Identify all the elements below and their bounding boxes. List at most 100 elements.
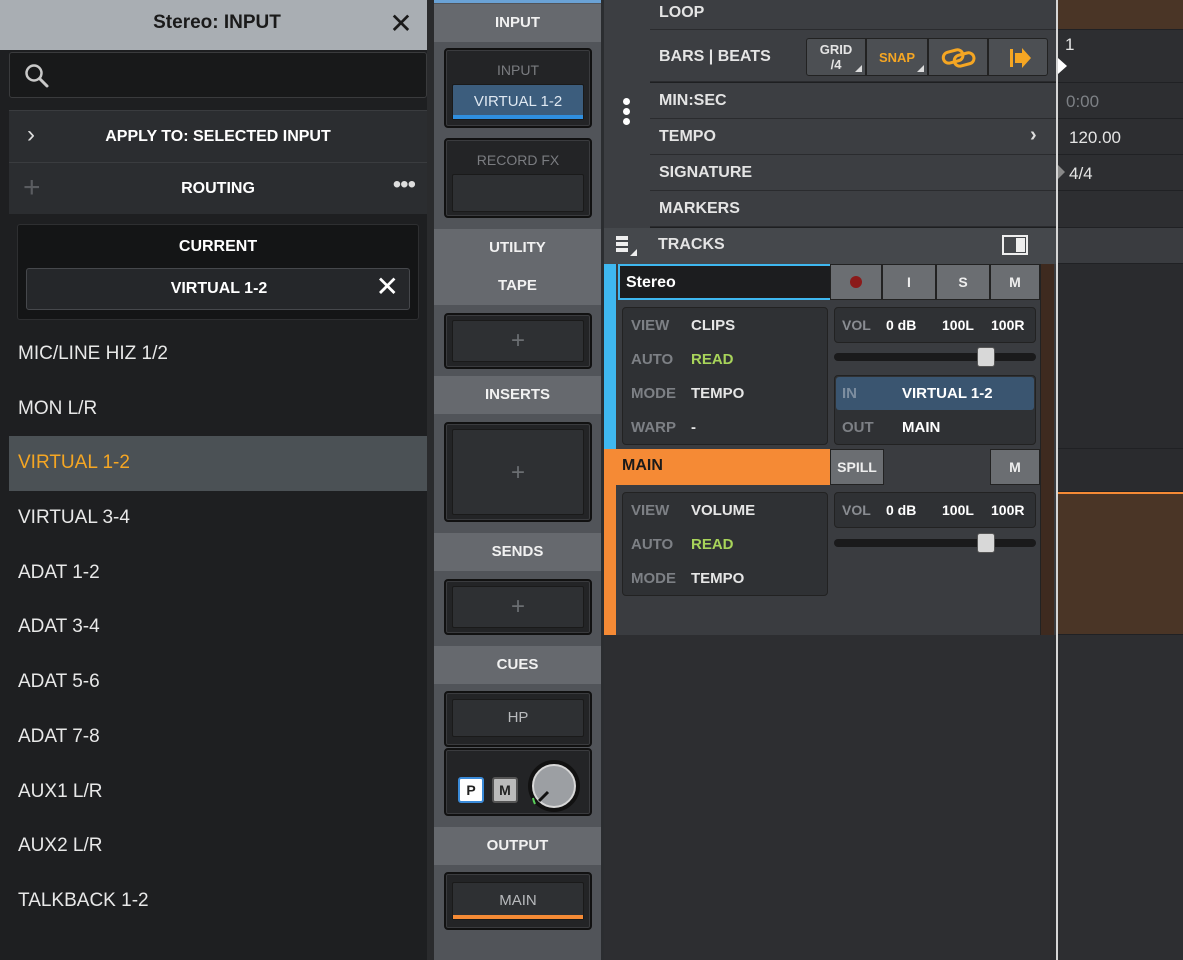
bars-ruler[interactable]: 1 <box>1058 30 1183 83</box>
track-list-icon[interactable] <box>614 234 640 258</box>
close-icon[interactable]: ✕ <box>386 9 416 39</box>
input-list-item[interactable]: ADAT 1-2 <box>9 546 427 601</box>
input-list-item[interactable]: AUX2 L/R <box>9 819 427 874</box>
fader-handle[interactable] <box>977 533 995 553</box>
search-icon <box>25 64 49 88</box>
markers-row[interactable]: MARKERS <box>650 191 1056 227</box>
snap-button[interactable]: SNAP <box>866 38 928 76</box>
track-stereo: Stereo I S M VIEW CLIPS AUTO READ MODE TEMP… <box>604 264 1056 449</box>
tape-slot[interactable]: + <box>444 313 592 369</box>
spill-button[interactable]: SPILL <box>830 449 884 485</box>
output-select-button[interactable]: MAIN <box>452 882 584 920</box>
mode-row[interactable]: MODE TEMPO <box>623 376 827 410</box>
main-track-lane-top[interactable] <box>1058 449 1183 492</box>
input-list-item[interactable]: TALKBACK 1-2 <box>9 874 427 929</box>
track-color-bar <box>604 449 616 635</box>
signature-lane[interactable]: 4/4 <box>1058 155 1183 191</box>
mute-cue-button[interactable]: M <box>492 777 518 803</box>
mute-button[interactable]: M <box>990 449 1040 485</box>
mode-key: MODE <box>631 570 676 587</box>
input-list-item[interactable]: ADAT 3-4 <box>9 600 427 655</box>
add-tape-icon[interactable]: + <box>452 320 584 362</box>
channel-strip: INPUT INPUT VIRTUAL 1-2 RECORD FX UTILIT… <box>434 0 601 960</box>
volume-fader[interactable] <box>834 533 1036 553</box>
sends-slot[interactable]: + <box>444 579 592 635</box>
hp-cue-box: HP <box>444 691 592 747</box>
current-input-value[interactable]: VIRTUAL 1-2 ✕ <box>26 268 410 310</box>
link-button[interactable] <box>928 38 988 76</box>
input-route-row[interactable]: IN VIRTUAL 1-2 <box>836 377 1034 410</box>
min-sec-row[interactable]: MIN:SEC <box>650 83 1056 119</box>
bars-beats-row[interactable]: BARS | BEATS GRID /4 SNAP <box>650 30 1056 82</box>
input-list-item[interactable]: VIRTUAL 3-4 <box>9 491 427 546</box>
mode-key: MODE <box>631 385 676 402</box>
grid-button[interactable]: GRID /4 <box>806 38 866 76</box>
dropdown-corner-icon <box>917 65 924 72</box>
tempo-row[interactable]: TEMPO › <box>650 119 1056 155</box>
mute-button[interactable]: M <box>990 264 1040 300</box>
pre-button[interactable]: P <box>458 777 484 803</box>
warp-value: - <box>691 419 696 436</box>
vol-value: 0 dB <box>886 502 917 518</box>
more-options-icon[interactable]: ••• <box>393 171 416 199</box>
view-row[interactable]: VIEW VOLUME <box>623 493 827 527</box>
search-input[interactable] <box>9 52 427 98</box>
input-select-button[interactable]: VIRTUAL 1-2 <box>452 84 584 120</box>
volume-pan-box[interactable]: VOL 0 dB 100L 100R <box>834 492 1036 528</box>
apply-to-selector[interactable]: › APPLY TO: SELECTED INPUT <box>9 110 427 162</box>
tempo-lane[interactable]: 120.00 <box>1058 119 1183 155</box>
chevron-right-icon[interactable]: › <box>1030 124 1037 147</box>
hp-button[interactable]: HP <box>452 699 584 737</box>
volume-pan-box[interactable]: VOL 0 dB 100L 100R <box>834 307 1036 343</box>
min-sec-ruler[interactable]: 0:00 <box>1058 83 1183 119</box>
input-list-item[interactable]: MON L/R <box>9 382 427 437</box>
mode-row[interactable]: MODE TEMPO <box>623 561 827 595</box>
min-sec-label: MIN:SEC <box>659 92 727 109</box>
inserts-slot[interactable]: + <box>444 422 592 522</box>
more-vert-icon[interactable] <box>623 98 630 105</box>
record-fx-box[interactable]: RECORD FX <box>444 138 592 218</box>
loop-label: LOOP <box>659 4 705 21</box>
loop-region[interactable] <box>1058 0 1183 30</box>
markers-lane[interactable] <box>1058 191 1183 228</box>
ruler-options <box>604 0 650 228</box>
panel-header: Stereo: INPUT ✕ <box>0 0 434 50</box>
cue-level-knob[interactable] <box>526 758 582 814</box>
input-list-item[interactable]: ADAT 5-6 <box>9 655 427 710</box>
playhead-marker-icon[interactable] <box>1058 58 1068 74</box>
input-list-item[interactable]: VIRTUAL 1-2 <box>9 436 427 492</box>
solo-button[interactable]: S <box>936 264 990 300</box>
clear-input-icon[interactable]: ✕ <box>376 273 399 301</box>
stereo-track-lane[interactable] <box>1058 264 1183 449</box>
vol-key: VOL <box>842 317 871 333</box>
input-list-item[interactable]: MIC/LINE HIZ 1/2 <box>9 327 427 382</box>
record-fx-slot[interactable] <box>452 174 584 212</box>
track-name-field[interactable]: Stereo <box>618 264 832 300</box>
inserts-section-header: INSERTS <box>434 376 601 414</box>
record-arm-button[interactable] <box>830 264 882 300</box>
panel-toggle-icon[interactable] <box>1002 235 1028 255</box>
markers-label: MARKERS <box>659 200 740 217</box>
main-track-lane[interactable] <box>1058 494 1183 635</box>
track-name-field[interactable]: MAIN <box>616 449 830 485</box>
add-insert-icon[interactable]: + <box>452 429 584 515</box>
signature-row[interactable]: SIGNATURE <box>650 155 1056 191</box>
strip-top-accent <box>434 0 601 3</box>
warp-row[interactable]: WARP - <box>623 410 827 444</box>
output-section-header: OUTPUT <box>434 827 601 865</box>
input-list-item[interactable]: ADAT 7-8 <box>9 710 427 765</box>
empty-track-area <box>604 635 1056 960</box>
auto-row[interactable]: AUTO READ <box>623 342 827 376</box>
volume-fader[interactable] <box>834 347 1036 367</box>
fader-handle[interactable] <box>977 347 995 367</box>
view-row[interactable]: VIEW CLIPS <box>623 308 827 342</box>
mode-value: TEMPO <box>691 570 745 587</box>
add-send-icon[interactable]: + <box>452 586 584 628</box>
tempo-label: TEMPO <box>659 128 716 145</box>
auto-row[interactable]: AUTO READ <box>623 527 827 561</box>
input-monitor-button[interactable]: I <box>882 264 936 300</box>
output-route-row[interactable]: OUT MAIN <box>836 411 1034 444</box>
loop-row[interactable]: LOOP <box>650 0 1056 30</box>
follow-playhead-button[interactable] <box>988 38 1048 76</box>
input-list-item[interactable]: AUX1 L/R <box>9 765 427 820</box>
